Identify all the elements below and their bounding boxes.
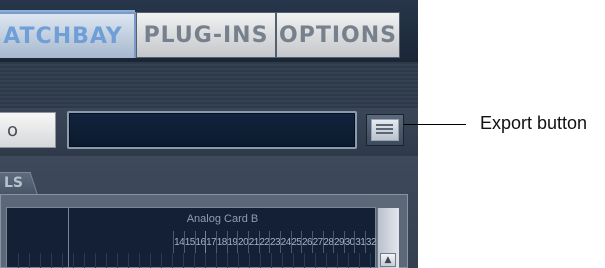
channel-number-23: 23 [269, 231, 281, 253]
name-field[interactable]: o [0, 112, 56, 148]
channel-number-19: 19 [226, 231, 238, 253]
channel-number-18: 18 [215, 231, 227, 253]
tab-patchbay[interactable]: ATCHBAY [0, 12, 136, 58]
tab-plugins[interactable]: PLUG-INS [136, 12, 276, 58]
channel-number-row: 14 15 16 17 18 19 20 21 22 23 24 25 26 27 28 29 30 31 32 [8, 231, 377, 253]
toolbar-band [0, 62, 418, 109]
channel-number-26: 26 [301, 231, 313, 253]
path-display-field[interactable] [67, 111, 357, 149]
tab-patchbay-label: ATCHBAY [3, 23, 123, 49]
tab-options-label: OPTIONS [279, 22, 397, 48]
callout-line [404, 124, 466, 125]
group-header-analog-card-b: Analog Card B [69, 207, 376, 231]
tab-options[interactable]: OPTIONS [276, 12, 400, 58]
channel-number-21: 21 [247, 231, 259, 253]
document-lines-icon [371, 119, 399, 141]
channel-number-15: 15 [183, 231, 195, 253]
channel-number-28: 28 [322, 231, 334, 253]
export-button[interactable] [366, 114, 404, 146]
patch-grid-cells[interactable] [8, 253, 376, 268]
up-arrow-icon[interactable]: ▲ [380, 253, 396, 267]
channel-number-27: 27 [311, 231, 323, 253]
channel-number-25: 25 [290, 231, 302, 253]
tab-bar: ATCHBAY PLUG-INS OPTIONS [0, 0, 418, 62]
channel-number-32: 32 [365, 231, 377, 253]
channel-number-30: 30 [343, 231, 355, 253]
channel-number-17: 17 [205, 231, 217, 253]
channel-number-31: 31 [354, 231, 366, 253]
group-header-label: Analog Card B [186, 213, 259, 225]
channel-number-14: 14 [173, 231, 185, 253]
name-field-value: o [7, 119, 19, 141]
channel-number-20: 20 [237, 231, 249, 253]
channel-row-spacer [8, 231, 173, 253]
panel-tab-label: LS [4, 175, 24, 191]
channel-number-16: 16 [194, 231, 206, 253]
channel-number-22: 22 [258, 231, 270, 253]
channel-number-24: 24 [279, 231, 291, 253]
channel-number-29: 29 [333, 231, 345, 253]
tab-plugins-label: PLUG-INS [143, 22, 269, 48]
app-window: ATCHBAY PLUG-INS OPTIONS o LS Analog Car… [0, 0, 418, 268]
callout-label: Export button [480, 113, 588, 133]
